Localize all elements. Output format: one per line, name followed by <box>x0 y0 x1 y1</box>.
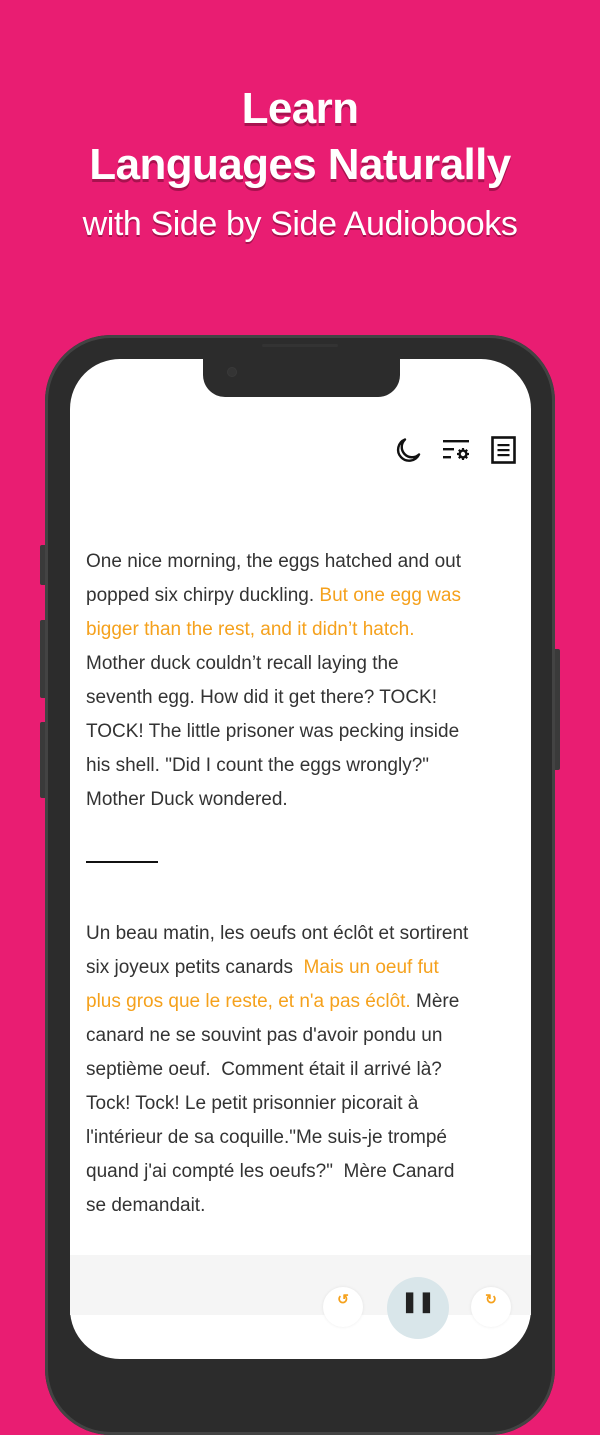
text-line: Mother duck couldn’t recall laying the <box>86 647 526 681</box>
phone-speaker <box>262 344 338 347</box>
language-divider <box>86 861 158 863</box>
text-line: quand j'ai compté les oeufs?" Mère Canar… <box>86 1155 526 1189</box>
hero-title-line1: Learn <box>241 84 359 133</box>
text-line: bigger than the rest, and it didn’t hatc… <box>86 613 526 647</box>
rewind-button[interactable]: ↺ <box>323 1287 363 1327</box>
text-line: Mother Duck wondered. <box>86 783 526 817</box>
sentence-text[interactable]: canard ne se souvint pas d'avoir pondu u… <box>86 1025 442 1046</box>
sentence-text[interactable]: se demandait. <box>86 1195 205 1216</box>
text-line: six joyeux petits canards Mais un oeuf f… <box>86 951 526 985</box>
english-paragraph[interactable]: One nice morning, the eggs hatched and o… <box>86 545 526 817</box>
audio-player-bar <box>70 1255 531 1315</box>
document-icon[interactable] <box>490 436 518 464</box>
text-line: TOCK! The little prisoner was pecking in… <box>86 715 526 749</box>
sentence-text[interactable]: six joyeux petits canards <box>86 957 304 978</box>
text-line: septième oeuf. Comment était il arrivé l… <box>86 1053 526 1087</box>
sentence-text[interactable]: Mother Duck wondered. <box>86 789 288 810</box>
moon-icon[interactable] <box>394 436 422 464</box>
sentence-text[interactable]: Tock! Tock! Le petit prisonnier picorait… <box>86 1093 418 1114</box>
text-line: One nice morning, the eggs hatched and o… <box>86 545 526 579</box>
sentence-text[interactable]: seventh egg. How did it get there? TOCK! <box>86 687 437 708</box>
text-line: Tock! Tock! Le petit prisonnier picorait… <box>86 1087 526 1121</box>
pause-icon: ❚❚ <box>401 1291 435 1313</box>
sentence-text[interactable]: l'intérieur de sa coquille."Me suis-je t… <box>86 1127 447 1148</box>
text-line: plus gros que le reste, et n'a pas éclôt… <box>86 985 526 1019</box>
rewind-icon: ↺ <box>337 1291 349 1307</box>
text-line: popped six chirpy duckling. But one egg … <box>86 579 526 613</box>
sentence-text[interactable]: Mère <box>411 991 459 1012</box>
text-line: his shell. "Did I count the eggs wrongly… <box>86 749 526 783</box>
sentence-text[interactable]: septième oeuf. Comment était il arrivé l… <box>86 1059 442 1080</box>
highlighted-sentence[interactable]: bigger than the rest, and it didn’t hatc… <box>86 619 415 640</box>
sentence-text[interactable]: popped six chirpy duckling. <box>86 585 319 606</box>
text-line: Un beau matin, les oeufs ont éclôt et so… <box>86 917 526 951</box>
hero-subtitle: with Side by Side Audiobooks <box>82 205 518 243</box>
play-pause-button[interactable]: ❚❚ <box>387 1277 449 1339</box>
sentence-text[interactable]: Mother duck couldn’t recall laying the <box>86 653 399 674</box>
sentence-text[interactable]: Un beau matin, les oeufs ont éclôt et so… <box>86 923 468 944</box>
text-line: seventh egg. How did it get there? TOCK! <box>86 681 526 715</box>
hero-title-line2: Languages Naturally <box>89 140 511 189</box>
sentence-text[interactable]: One nice morning, the eggs hatched and o… <box>86 551 461 572</box>
text-line: l'intérieur de sa coquille."Me suis-je t… <box>86 1121 526 1155</box>
french-paragraph[interactable]: Un beau matin, les oeufs ont éclôt et so… <box>86 917 526 1223</box>
sentence-text[interactable]: TOCK! The little prisoner was pecking in… <box>86 721 459 742</box>
highlighted-sentence[interactable]: Mais un oeuf fut <box>304 957 439 978</box>
highlighted-sentence[interactable]: But one egg was <box>319 585 461 606</box>
phone-camera <box>228 368 236 376</box>
sentence-text[interactable]: his shell. "Did I count the eggs wrongly… <box>86 755 429 776</box>
highlighted-sentence[interactable]: plus gros que le reste, et n'a pas éclôt… <box>86 991 411 1012</box>
text-line: se demandait. <box>86 1189 526 1223</box>
text-line: canard ne se souvint pas d'avoir pondu u… <box>86 1019 526 1053</box>
forward-icon: ↻ <box>485 1291 497 1307</box>
forward-button[interactable]: ↻ <box>471 1287 511 1327</box>
sentence-text[interactable]: quand j'ai compté les oeufs?" Mère Canar… <box>86 1161 454 1182</box>
text-settings-icon[interactable] <box>442 436 470 464</box>
